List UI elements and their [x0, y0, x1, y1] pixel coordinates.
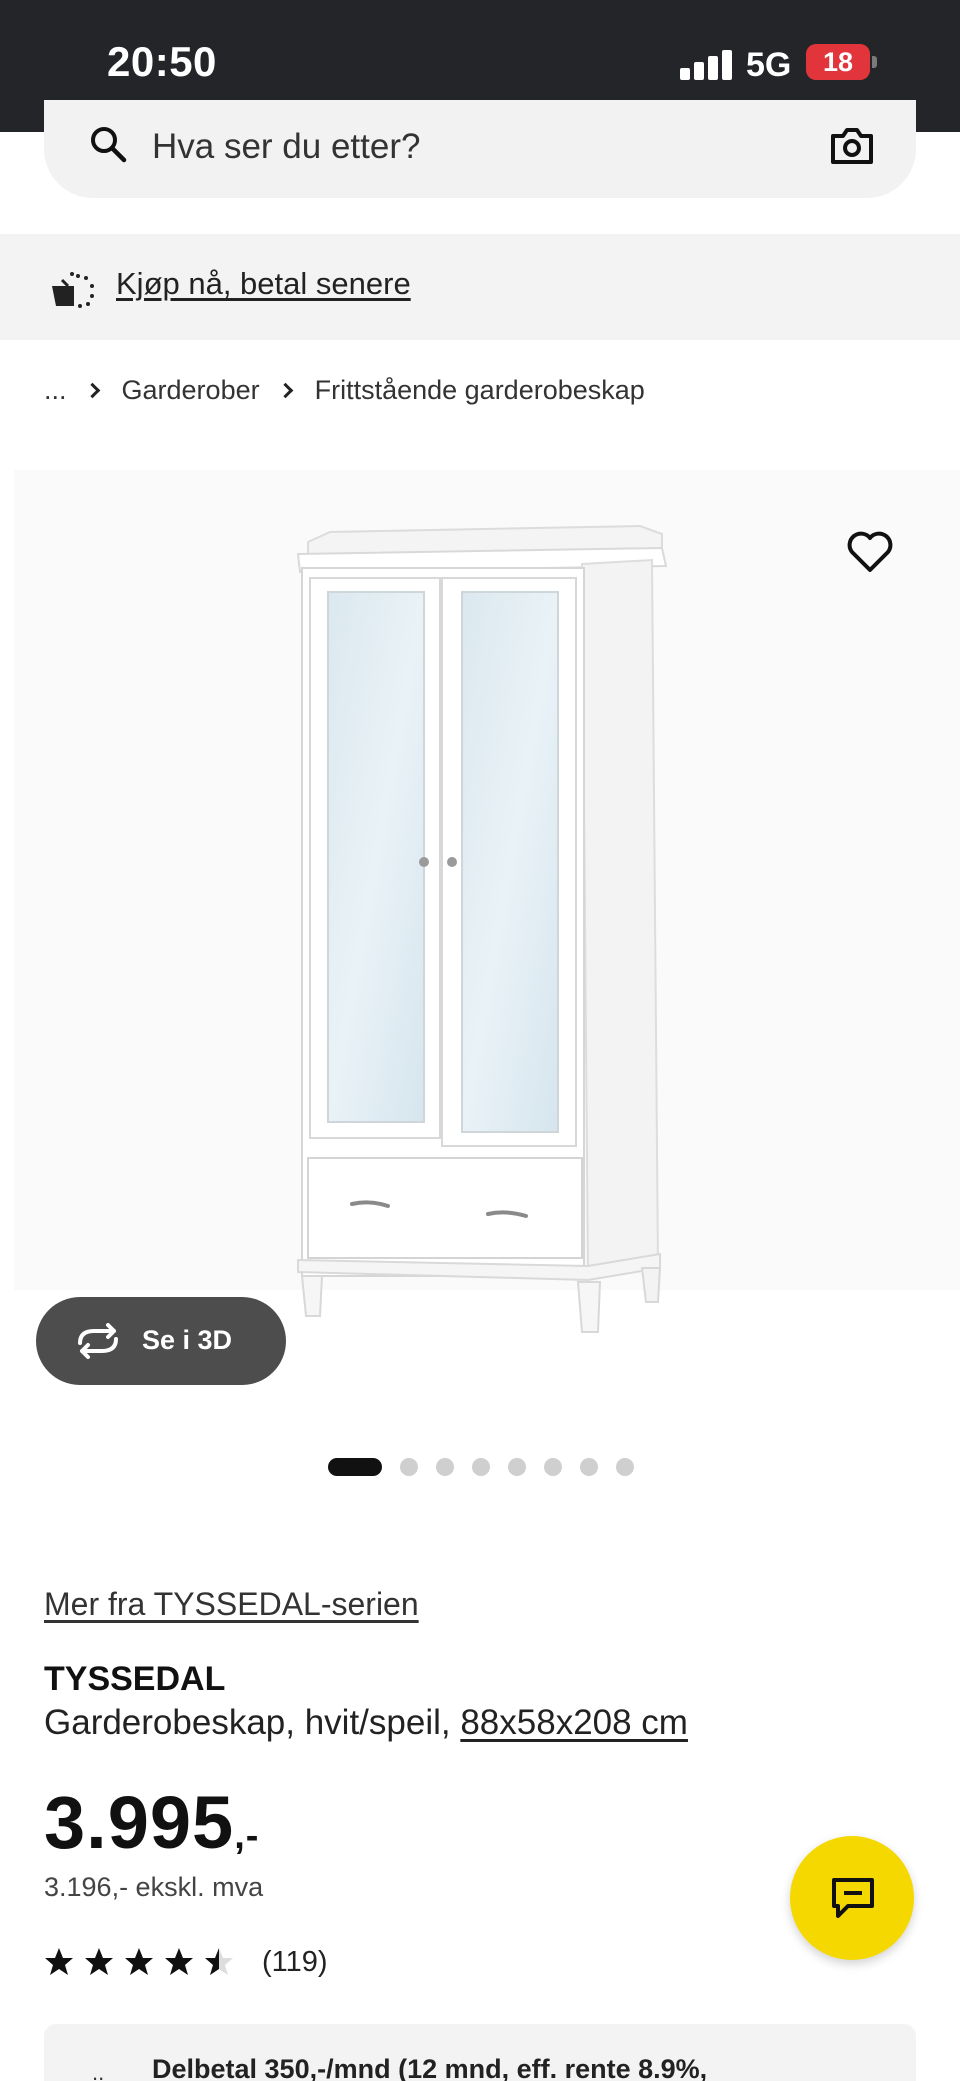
promo-banner[interactable]: Kjøp nå, betal senere	[0, 234, 960, 340]
carousel-indicators[interactable]	[328, 1458, 652, 1476]
carousel-dot[interactable]	[616, 1458, 634, 1476]
buy-now-pay-later-link[interactable]: Kjøp nå, betal senere	[116, 266, 411, 302]
battery-tip	[872, 56, 877, 68]
installment-card[interactable]: .. Delbetal 350,-/mnd (12 mnd, eff. rent…	[44, 2024, 916, 2081]
shopping-bag-icon	[52, 272, 94, 308]
product-name: TYSSEDAL	[44, 1660, 226, 1698]
status-time: 20:50	[107, 38, 217, 85]
price-excl-vat: 3.196,- ekskl. mva	[44, 1872, 264, 1902]
product-size-link[interactable]: 88x58x208 cm	[460, 1703, 688, 1742]
search-icon[interactable]	[88, 124, 128, 164]
chat-button[interactable]	[790, 1836, 914, 1960]
carousel-dot[interactable]	[544, 1458, 562, 1476]
product-image[interactable]	[0, 470, 960, 1350]
breadcrumb-item-frittstaende[interactable]: Frittstående garderobeskap	[315, 375, 645, 406]
network-label: 5G	[746, 46, 792, 84]
carousel-dot[interactable]	[328, 1458, 382, 1476]
chat-icon	[832, 1878, 874, 1918]
wardrobe-illustration	[14, 470, 960, 1333]
product-description: Garderobeskap, hvit/speil, 88x58x208 cm	[44, 1703, 688, 1743]
breadcrumb-ellipsis[interactable]: ...	[44, 375, 67, 406]
star-icon	[45, 1948, 73, 1975]
signal-icon	[680, 50, 732, 80]
chevron-right-icon	[84, 382, 100, 398]
installment-text: Delbetal 350,-/mnd (12 mnd, eff. rente 8…	[152, 2054, 708, 2081]
heart-icon[interactable]	[846, 528, 894, 574]
price-suffix: ,-	[234, 1815, 260, 1857]
carousel-dot[interactable]	[436, 1458, 454, 1476]
installment-icon: ..	[92, 2060, 105, 2081]
star-icon	[85, 1948, 113, 1975]
chevron-right-icon	[277, 382, 293, 398]
carousel-dot[interactable]	[472, 1458, 490, 1476]
search-input[interactable]	[152, 124, 752, 170]
camera-icon[interactable]	[830, 128, 874, 164]
price-value: 3.995	[44, 1781, 235, 1864]
review-count[interactable]: (119)	[262, 1946, 328, 1979]
star-icon	[165, 1948, 193, 1975]
product-type: Garderobeskap, hvit/speil,	[44, 1703, 461, 1742]
carousel-dot[interactable]	[400, 1458, 418, 1476]
view-3d-button[interactable]: Se i 3D	[36, 1297, 286, 1385]
carousel-dot[interactable]	[580, 1458, 598, 1476]
battery-icon: 18	[806, 44, 870, 80]
series-link[interactable]: Mer fra TYSSEDAL-serien	[44, 1586, 419, 1623]
rotate-icon	[78, 1323, 118, 1359]
price: 3.995,-	[44, 1780, 259, 1865]
half-star-icon	[205, 1948, 233, 1975]
star-icon	[125, 1948, 153, 1975]
view-3d-label: Se i 3D	[142, 1325, 233, 1355]
breadcrumb: ... Garderober Frittstående garderobeska…	[44, 370, 645, 410]
breadcrumb-item-garderober[interactable]: Garderober	[122, 375, 260, 406]
rating[interactable]: (119)	[44, 1944, 328, 1980]
carousel-dot[interactable]	[508, 1458, 526, 1476]
search-bar[interactable]	[44, 100, 916, 198]
